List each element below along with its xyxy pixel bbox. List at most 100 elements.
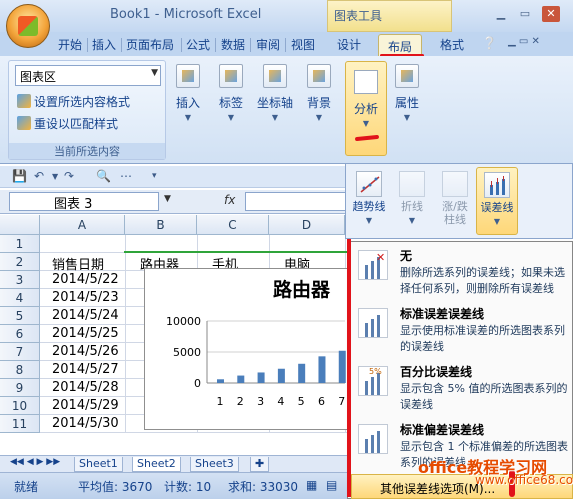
- date-cell[interactable]: 2014/5/26: [52, 344, 124, 359]
- chart-bar: [277, 368, 285, 383]
- tab-formulas[interactable]: 公式: [186, 36, 210, 53]
- chevron-down-icon: ▼: [403, 113, 411, 122]
- date-cell[interactable]: 2014/5/25: [52, 326, 124, 341]
- date-cell[interactable]: 2014/5/23: [52, 290, 124, 305]
- axes-button[interactable]: 坐标轴 ▼: [254, 60, 296, 138]
- row-header[interactable]: 9: [0, 379, 40, 397]
- insert-button[interactable]: 插入 ▼: [167, 60, 209, 138]
- tab-format[interactable]: 格式: [440, 36, 464, 53]
- name-box[interactable]: 图表 3: [9, 192, 159, 212]
- tab-page-layout[interactable]: 页面布局: [126, 36, 174, 53]
- analysis-icon: [354, 70, 378, 94]
- date-cell[interactable]: 2014/5/28: [52, 380, 124, 395]
- chevron-down-icon: ▼: [493, 217, 501, 226]
- chart-bar: [318, 356, 326, 383]
- insert-function-icon[interactable]: fx: [224, 193, 235, 207]
- row-header[interactable]: 10: [0, 397, 40, 415]
- labels-icon: [219, 64, 243, 88]
- format-selection-button[interactable]: 设置所选内容格式: [17, 93, 130, 110]
- trendline-icon: [356, 171, 382, 197]
- sheet-tab-1[interactable]: Sheet1: [74, 457, 123, 472]
- error-bars-standard-error-icon: [358, 308, 388, 338]
- chevron-down-icon[interactable]: ▼: [52, 172, 58, 181]
- page-layout-view-icon[interactable]: ▤: [326, 478, 337, 492]
- tab-home[interactable]: 开始: [58, 36, 82, 53]
- cell-a2[interactable]: 销售日期: [52, 254, 104, 273]
- chevron-down-icon: ▼: [315, 113, 323, 122]
- row-header[interactable]: 4: [0, 289, 40, 307]
- red-highlight-mark: [347, 239, 351, 497]
- date-cell[interactable]: 2014/5/27: [52, 362, 124, 377]
- error-bars-standard-deviation-icon: [358, 424, 388, 454]
- error-bars-none[interactable]: ✕ 无删除所选系列的误差线；如果未选择任何系列，则删除所有误差线: [348, 242, 573, 300]
- select-all-corner[interactable]: [0, 215, 40, 235]
- error-bar-glyph: [377, 315, 380, 337]
- background-button[interactable]: 背景 ▼: [298, 60, 340, 138]
- chevron-down-icon: ▼: [151, 68, 158, 78]
- reset-style-button[interactable]: 重设以匹配样式: [17, 115, 118, 132]
- tab-review[interactable]: 审阅: [256, 36, 280, 53]
- error-bar-glyph: [371, 319, 374, 337]
- row-header[interactable]: 6: [0, 325, 40, 343]
- maximize-icon[interactable]: ▭: [516, 6, 534, 22]
- normal-view-icon[interactable]: ▦: [306, 478, 317, 492]
- row-header[interactable]: 3: [0, 271, 40, 289]
- insert-sheet-icon[interactable]: ✚: [250, 457, 270, 472]
- chart-object[interactable]: 路由器 10000 5000 0 1 2 3 4 5 6 7: [144, 268, 349, 430]
- save-icon[interactable]: 💾: [12, 169, 27, 183]
- error-bars-standard-error[interactable]: 标准误差误差线 显示使用标准误差的所选图表系列的误差线: [348, 300, 573, 358]
- customize-toolbar-icon[interactable]: ▾: [152, 171, 157, 181]
- updown-bars-icon: [442, 171, 468, 197]
- row-header[interactable]: 2: [0, 253, 40, 271]
- column-header-b[interactable]: B: [125, 215, 197, 235]
- help-icon[interactable]: ❔: [482, 36, 497, 50]
- chevron-down-icon[interactable]: ▼: [164, 194, 171, 204]
- row-header[interactable]: 5: [0, 307, 40, 325]
- chart-x-tick: 1: [217, 395, 224, 408]
- chevron-down-icon: ▼: [408, 216, 416, 225]
- print-preview-icon[interactable]: 🔍: [96, 169, 111, 183]
- tab-design[interactable]: 设计: [337, 36, 361, 53]
- date-cell[interactable]: 2014/5/22: [52, 272, 124, 287]
- tab-insert[interactable]: 插入: [92, 36, 116, 53]
- tab-separator: [121, 38, 122, 52]
- error-bars-button[interactable]: 误差线 ▼: [476, 167, 518, 235]
- redo-icon[interactable]: ↷: [64, 169, 74, 183]
- error-bars-percentage[interactable]: 5% 百分比误差线 显示包含 5% 值的所选图表系列的误差线: [348, 358, 573, 416]
- row-header[interactable]: 8: [0, 361, 40, 379]
- ribbon-minimize-icon[interactable]: ▁ ▭ ✕: [508, 36, 540, 47]
- column-header-d[interactable]: D: [269, 215, 345, 235]
- labels-button[interactable]: 标签 ▼: [210, 60, 252, 138]
- date-cell[interactable]: 2014/5/30: [52, 416, 124, 431]
- chart-bar: [237, 375, 245, 383]
- chart-bar: [338, 350, 346, 383]
- column-header-a[interactable]: A: [40, 215, 125, 235]
- row-header[interactable]: 11: [0, 415, 40, 433]
- trendline-button[interactable]: 趋势线 ▼: [348, 167, 390, 235]
- error-bars-label: 误差线: [480, 201, 514, 214]
- chart-element-combo[interactable]: 图表区 ▼: [15, 65, 161, 86]
- chart-select-icon[interactable]: ⋯: [120, 169, 132, 183]
- properties-button[interactable]: 属性 ▼: [386, 60, 428, 138]
- row-header[interactable]: 7: [0, 343, 40, 361]
- office-button[interactable]: [6, 4, 50, 48]
- date-cell[interactable]: 2014/5/29: [52, 398, 124, 413]
- quick-access-toolbar: 💾 ↶ ▼ ↷ 🔍 ⋯ ▾: [0, 166, 345, 188]
- sheet-tab-3[interactable]: Sheet3: [190, 457, 239, 472]
- error-bars-icon: [484, 172, 510, 198]
- minimize-icon[interactable]: ▁: [492, 6, 510, 22]
- analysis-button[interactable]: 分析 ▼: [345, 61, 387, 156]
- row-header[interactable]: 1: [0, 235, 40, 253]
- tab-view[interactable]: 视图: [291, 36, 315, 53]
- menu-item-title: 百分比误差线: [400, 365, 473, 379]
- chart-y-tick: 5000: [173, 346, 201, 359]
- tab-separator: [285, 38, 286, 52]
- tab-data[interactable]: 数据: [221, 36, 245, 53]
- sheet-nav-icon[interactable]: ◀◀ ◀ ▶ ▶▶: [10, 457, 60, 467]
- reset-style-label: 重设以匹配样式: [34, 117, 119, 131]
- column-header-c[interactable]: C: [197, 215, 269, 235]
- close-icon[interactable]: ✕: [542, 6, 560, 22]
- undo-icon[interactable]: ↶: [34, 169, 44, 183]
- sheet-tab-2[interactable]: Sheet2: [132, 457, 181, 472]
- date-cell[interactable]: 2014/5/24: [52, 308, 124, 323]
